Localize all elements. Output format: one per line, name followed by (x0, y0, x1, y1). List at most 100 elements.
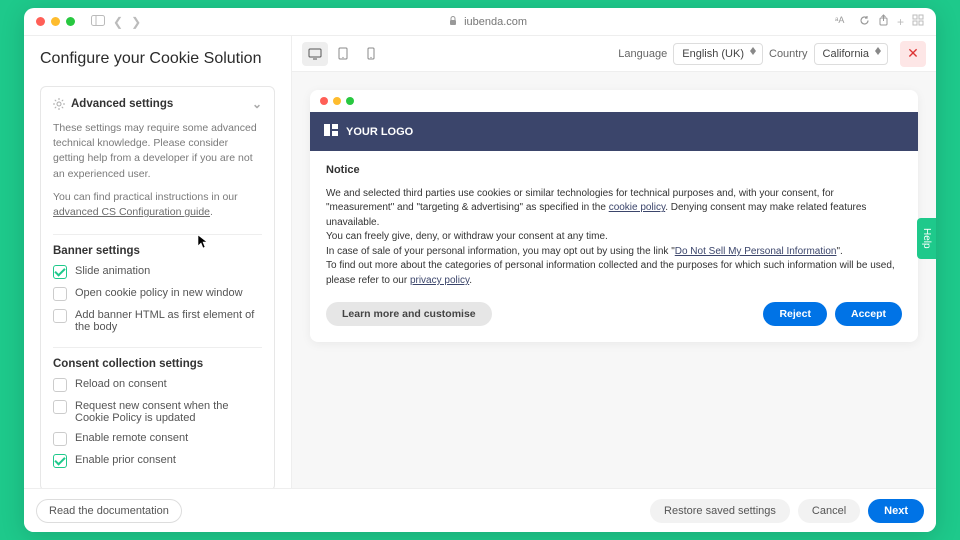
checkbox-icon (53, 287, 67, 301)
device-selector (302, 42, 384, 66)
tabs-icon[interactable] (912, 14, 924, 29)
p3-post: ". (836, 246, 842, 257)
checkbox-icon (53, 400, 67, 414)
window-controls (36, 17, 75, 26)
country-label: Country (769, 48, 808, 60)
checkbox-icon (53, 309, 67, 323)
browser-chrome: ❮ ❯ iubenda.com ᵃA + (24, 8, 936, 36)
logo-icon (324, 124, 338, 139)
share-icon[interactable] (878, 14, 889, 29)
notice-paragraph-2: You can freely give, deny, or withdraw y… (326, 230, 902, 245)
advanced-settings-panel: Advanced settings ⌄ These settings may r… (40, 86, 275, 488)
preview-window: YOUR LOGO Notice We and selected third p… (310, 90, 918, 342)
read-docs-button[interactable]: Read the documentation (36, 499, 182, 523)
close-preview-button[interactable]: ✕ (900, 41, 926, 67)
maximize-window-icon[interactable] (66, 17, 75, 26)
advanced-settings-title: Advanced settings (71, 98, 173, 110)
language-selector-group: Language English (UK) (618, 43, 763, 65)
back-icon[interactable]: ❮ (113, 15, 123, 29)
banner-settings-title: Banner settings (53, 245, 262, 257)
cookie-policy-link[interactable]: cookie policy (609, 202, 666, 213)
address-bar[interactable]: iubenda.com (149, 16, 827, 28)
language-value: English (UK) (682, 48, 744, 60)
notice-paragraph-4: To find out more about the categories of… (326, 259, 902, 288)
logo-text: YOUR LOGO (346, 126, 413, 138)
preview-window-chrome (310, 90, 918, 112)
checkbox-icon (53, 432, 67, 446)
advanced-settings-desc2: You can find practical instructions in o… (53, 190, 262, 220)
reject-button[interactable]: Reject (763, 302, 827, 326)
do-not-sell-link[interactable]: Do Not Sell My Personal Information (675, 246, 837, 257)
address-text: iubenda.com (464, 16, 527, 28)
close-icon: ✕ (907, 45, 919, 62)
language-label: Language (618, 48, 667, 60)
config-sidebar: Configure your Cookie Solution Advanced … (24, 36, 292, 488)
checkbox-enable-remote-consent[interactable]: Enable remote consent (53, 432, 262, 446)
forward-icon[interactable]: ❯ (131, 15, 141, 29)
advanced-settings-desc1: These settings may require some advanced… (53, 121, 262, 182)
banner-buttons: Learn more and customise Reject Accept (326, 302, 902, 326)
preview-minimize-icon (333, 97, 341, 105)
device-tablet-button[interactable] (330, 42, 356, 66)
preview-panel: Language English (UK) Country California… (292, 36, 936, 488)
checkbox-open-policy-new-window[interactable]: Open cookie policy in new window (53, 287, 262, 301)
checkbox-label: Open cookie policy in new window (75, 287, 243, 299)
checkbox-enable-prior-consent[interactable]: Enable prior consent (53, 454, 262, 468)
svg-text:ᵃA: ᵃA (835, 15, 844, 25)
divider (53, 347, 262, 348)
preview-maximize-icon (346, 97, 354, 105)
desc2-pre: You can find practical instructions in o… (53, 191, 238, 203)
learn-more-button[interactable]: Learn more and customise (326, 302, 492, 326)
checkbox-label: Reload on consent (75, 378, 167, 390)
device-mobile-button[interactable] (358, 42, 384, 66)
device-desktop-button[interactable] (302, 42, 328, 66)
preview-area: YOUR LOGO Notice We and selected third p… (292, 72, 936, 488)
advanced-settings-header[interactable]: Advanced settings ⌄ (53, 97, 262, 111)
consent-settings-title: Consent collection settings (53, 358, 262, 370)
privacy-policy-link[interactable]: privacy policy (410, 275, 469, 286)
checkbox-label: Request new consent when the Cookie Poli… (75, 400, 262, 424)
new-tab-icon[interactable]: + (897, 15, 904, 29)
p4-post: . (469, 275, 472, 286)
next-button[interactable]: Next (868, 499, 924, 523)
close-window-icon[interactable] (36, 17, 45, 26)
accept-button[interactable]: Accept (835, 302, 902, 326)
checkbox-label: Enable prior consent (75, 454, 176, 466)
cancel-button[interactable]: Cancel (798, 499, 860, 523)
checkbox-label: Slide animation (75, 265, 150, 277)
footer-bar: Read the documentation Restore saved set… (24, 488, 936, 532)
desc2-post: . (210, 206, 213, 218)
reload-icon[interactable] (859, 15, 870, 29)
content-area: Configure your Cookie Solution Advanced … (24, 36, 936, 488)
checkbox-icon (53, 378, 67, 392)
translate-icon[interactable]: ᵃA (835, 14, 851, 29)
language-select[interactable]: English (UK) (673, 43, 763, 65)
checkbox-label: Enable remote consent (75, 432, 188, 444)
minimize-window-icon[interactable] (51, 17, 60, 26)
chevron-down-icon: ⌄ (252, 97, 262, 111)
country-value: California (823, 48, 869, 60)
sidebar-toggle-icon[interactable] (91, 15, 105, 29)
browser-window: ❮ ❯ iubenda.com ᵃA + Configure your Cook… (24, 8, 936, 532)
notice-paragraph-1: We and selected third parties use cookie… (326, 187, 902, 231)
notice-title: Notice (326, 163, 902, 179)
lock-icon (449, 16, 460, 28)
checkbox-request-new-consent[interactable]: Request new consent when the Cookie Poli… (53, 400, 262, 424)
checkbox-icon (53, 454, 67, 468)
country-select[interactable]: California (814, 43, 888, 65)
checkbox-icon (53, 265, 67, 279)
preview-close-icon (320, 97, 328, 105)
checkbox-banner-html-first[interactable]: Add banner HTML as first element of the … (53, 309, 262, 333)
preview-toolbar: Language English (UK) Country California… (292, 36, 936, 72)
p3-pre: In case of sale of your personal informa… (326, 246, 675, 257)
gear-icon (53, 98, 65, 110)
checkbox-slide-animation[interactable]: Slide animation (53, 265, 262, 279)
cs-config-guide-link[interactable]: advanced CS Configuration guide (53, 206, 210, 218)
help-tab[interactable]: Help (917, 218, 936, 259)
page-title: Configure your Cookie Solution (40, 50, 275, 68)
notice-paragraph-3: In case of sale of your personal informa… (326, 245, 902, 260)
country-selector-group: Country California (769, 43, 888, 65)
notice-body: Notice We and selected third parties use… (310, 151, 918, 342)
restore-button[interactable]: Restore saved settings (650, 499, 790, 523)
checkbox-reload-on-consent[interactable]: Reload on consent (53, 378, 262, 392)
